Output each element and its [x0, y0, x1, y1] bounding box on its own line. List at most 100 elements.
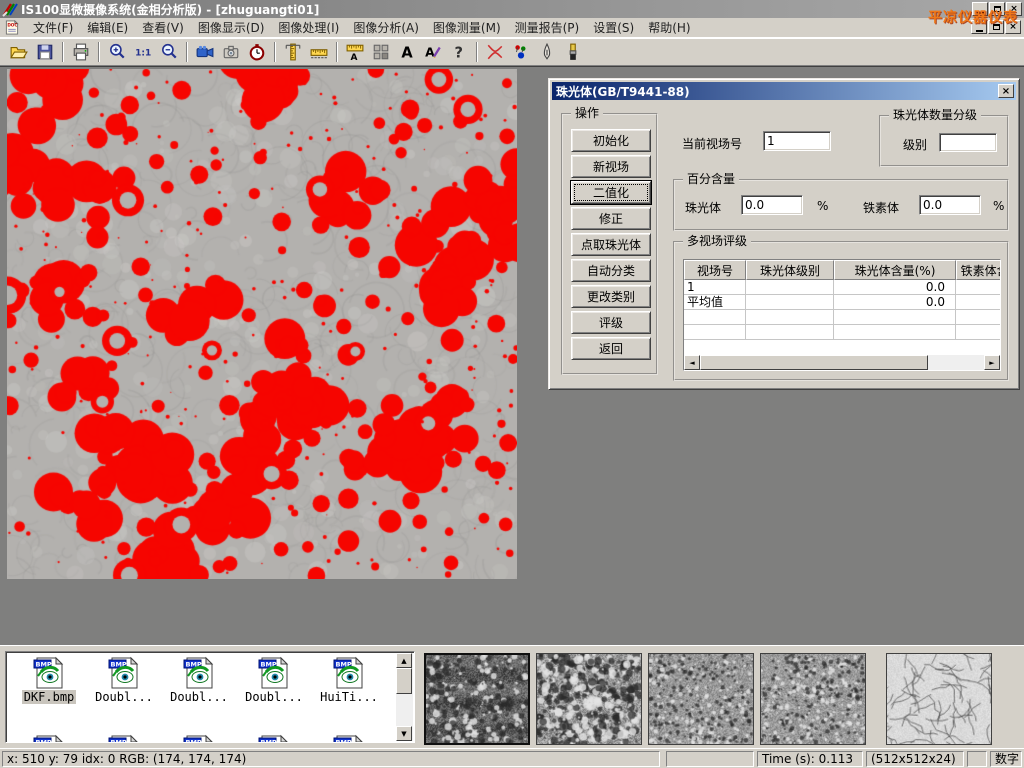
menu-item-measure-report[interactable]: 测量报告(P) [508, 17, 587, 38]
file-item[interactable]: BMP Doubl... [162, 654, 236, 704]
minimize-button[interactable] [972, 2, 988, 16]
curve-button[interactable] [482, 40, 508, 64]
bmp-file-icon: BMP [237, 656, 311, 690]
table-hscrollbar[interactable]: ◄ ► [684, 355, 1000, 370]
dialog-title-bar[interactable]: 珠光体(GB/T9441-88) × [552, 82, 1016, 100]
col-grade[interactable]: 珠光体级别 [746, 260, 834, 280]
video-camera-button[interactable] [192, 40, 218, 64]
return-button[interactable]: 返回 [571, 337, 651, 360]
caliper-button[interactable] [280, 40, 306, 64]
menu-item-image-display[interactable]: 图像显示(D) [191, 17, 272, 38]
save-button[interactable] [32, 40, 58, 64]
child-restore-button[interactable] [988, 20, 1004, 34]
correct-button[interactable]: 修正 [571, 207, 651, 230]
grid-button[interactable] [368, 40, 394, 64]
close-button[interactable]: × [1006, 2, 1022, 16]
bmp-file-icon: BMP [12, 656, 86, 690]
file-item[interactable]: BMP DKF.bmp [12, 654, 86, 704]
scroll-right-button[interactable]: ► [984, 355, 1000, 370]
table-row[interactable]: 平均值 0.0 [684, 295, 1000, 310]
table-row[interactable]: 1 0.0 [684, 280, 1000, 295]
scroll-thumb[interactable] [396, 668, 412, 694]
file-name[interactable]: Doubl... [243, 690, 305, 704]
caliper-icon [284, 43, 302, 61]
level-input[interactable] [939, 133, 997, 152]
brush-button[interactable] [560, 40, 586, 64]
new-field-button[interactable]: 新视场 [571, 155, 651, 178]
menu-item-help[interactable]: 帮助(H) [641, 17, 697, 38]
restore-button[interactable] [989, 2, 1005, 16]
child-minimize-icon [976, 30, 983, 32]
scroll-thumb[interactable] [700, 355, 928, 370]
file-name[interactable]: Doubl... [168, 690, 230, 704]
scroll-up-button[interactable]: ▲ [396, 653, 412, 668]
scroll-down-button[interactable]: ▼ [396, 726, 412, 741]
arrow-right-icon: ► [989, 359, 994, 367]
table-row [684, 310, 1000, 325]
file-name[interactable]: Doubl... [93, 690, 155, 704]
status-image-size: (512x512x24) [866, 751, 964, 767]
menu-item-view[interactable]: 查看(V) [135, 17, 191, 38]
pearlite-input[interactable]: 0.0 [741, 195, 803, 215]
child-close-button[interactable]: × [1005, 20, 1021, 34]
file-item[interactable]: BMP [312, 732, 386, 743]
zoom-out-button[interactable] [156, 40, 182, 64]
ferrite-input[interactable]: 0.0 [919, 195, 981, 215]
file-item[interactable]: BMP HuiTi... [312, 654, 386, 704]
menu-item-file[interactable]: 文件(F) [26, 17, 80, 38]
file-name[interactable]: DKF.bmp [22, 690, 77, 704]
text-edit-button[interactable]: A [420, 40, 446, 64]
menu-item-image-measure[interactable]: 图像测量(M) [426, 17, 508, 38]
camera-button[interactable] [218, 40, 244, 64]
file-item[interactable]: BMP [162, 732, 236, 743]
cell-grade [746, 295, 834, 310]
text-button[interactable]: A [394, 40, 420, 64]
change-class-button[interactable]: 更改类别 [571, 285, 651, 308]
rate-button[interactable]: 评级 [571, 311, 651, 334]
file-item[interactable]: BMP Doubl... [87, 654, 161, 704]
thumbnail-4[interactable] [760, 653, 866, 745]
menu-item-edit[interactable]: 编辑(E) [80, 17, 135, 38]
pen-button[interactable] [534, 40, 560, 64]
pick-pearlite-button[interactable]: 点取珠光体 [571, 233, 651, 256]
svg-text:BMP: BMP [36, 739, 52, 744]
col-ferrite[interactable]: 铁素体含量(%) [956, 260, 1001, 280]
zoom-in-button[interactable] [104, 40, 130, 64]
markers-button[interactable] [508, 40, 534, 64]
thumbnail-5[interactable] [886, 653, 992, 745]
scroll-track[interactable] [928, 355, 984, 370]
open-button[interactable] [6, 40, 32, 64]
dialog-close-button[interactable]: × [998, 84, 1014, 98]
actual-size-button[interactable]: 1:1 [130, 40, 156, 64]
menu-item-image-process[interactable]: 图像处理(I) [271, 17, 346, 38]
scroll-left-button[interactable]: ◄ [684, 355, 700, 370]
child-minimize-button[interactable] [971, 20, 987, 34]
help-button[interactable]: ? [446, 40, 472, 64]
auto-classify-button[interactable]: 自动分类 [571, 259, 651, 282]
help-icon: ? [450, 43, 468, 61]
init-button[interactable]: 初始化 [571, 129, 651, 152]
file-item[interactable]: BMP [12, 732, 86, 743]
menu-item-settings[interactable]: 设置(S) [586, 17, 641, 38]
file-list[interactable]: BMP DKF.bmp BMP Doubl... BMP Doubl... BM… [5, 651, 415, 743]
thumbnail-2[interactable] [536, 653, 642, 745]
print-button[interactable] [68, 40, 94, 64]
thumbnail-3[interactable] [648, 653, 754, 745]
rating-table[interactable]: 视场号 珠光体级别 珠光体含量(%) 铁素体含量(%) 1 0.0 平均值 0.… [683, 259, 1001, 371]
ruler-button[interactable] [306, 40, 332, 64]
metallograph-canvas[interactable] [7, 69, 517, 579]
current-field-input[interactable]: 1 [763, 131, 831, 151]
col-field[interactable]: 视场号 [684, 260, 746, 280]
thumbnail-1[interactable] [424, 653, 530, 745]
file-item[interactable]: BMP [87, 732, 161, 743]
timer-button[interactable] [244, 40, 270, 64]
file-item[interactable]: BMP Doubl... [237, 654, 311, 704]
col-pearlite[interactable]: 珠光体含量(%) [834, 260, 956, 280]
file-list-vscrollbar[interactable]: ▲ ▼ [396, 653, 413, 741]
binarize-button[interactable]: 二值化 [571, 181, 651, 204]
menu-item-image-analysis[interactable]: 图像分析(A) [346, 17, 426, 38]
file-name[interactable]: HuiTi... [318, 690, 380, 704]
file-item[interactable]: BMP [237, 732, 311, 743]
bmp-file-icon: BMP [87, 734, 161, 743]
measure-text-button[interactable]: A [342, 40, 368, 64]
